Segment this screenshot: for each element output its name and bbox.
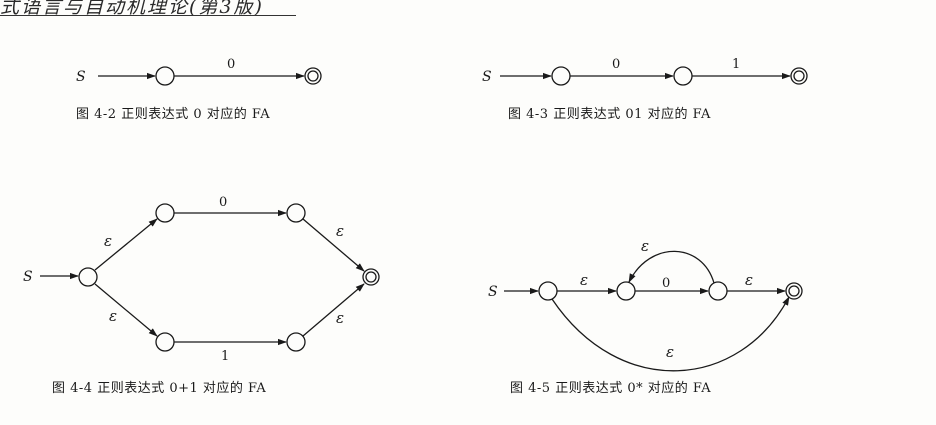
loop-back-arrow <box>628 250 715 284</box>
figure-caption: 图 4-4 正则表达式 0+1 对应的 FA <box>52 380 266 396</box>
edge-label: ε <box>104 232 112 250</box>
state <box>673 66 693 86</box>
figure-caption: 图 4-2 正则表达式 0 对应的 FA <box>76 106 270 122</box>
transition-arrow <box>94 283 158 337</box>
edge-label: ε <box>109 307 117 325</box>
edge-label: 0 <box>662 276 670 291</box>
figures-canvas: S 0 图 4-2 正则表达式 0 对应的 FA S 0 1 图 4-3 正则表… <box>23 57 808 396</box>
state <box>538 281 558 301</box>
edge-label: ε <box>336 222 344 240</box>
figure-caption: 图 4-5 正则表达式 0* 对应的 FA <box>510 380 711 396</box>
transition-arrow <box>302 283 365 337</box>
figure-caption: 图 4-3 正则表达式 01 对应的 FA <box>508 106 711 122</box>
transition-arrow <box>302 218 365 272</box>
edge-label: 0 <box>612 57 620 72</box>
edge-label: 0 <box>219 195 227 210</box>
state <box>286 332 306 352</box>
edge-label: ε <box>580 271 588 289</box>
edge-label: ε <box>641 237 649 255</box>
figure-4-4 <box>40 203 380 352</box>
start-label: S <box>76 69 86 85</box>
start-label: S <box>482 69 492 85</box>
state <box>551 66 571 86</box>
state <box>708 281 728 301</box>
figure-4-3 <box>500 66 808 86</box>
state <box>155 332 175 352</box>
edge-label: 0 <box>227 57 235 72</box>
edge-label: 1 <box>732 57 740 72</box>
edge-label: ε <box>666 343 674 361</box>
state <box>155 66 175 86</box>
start-label: S <box>23 269 33 285</box>
figure-4-2 <box>98 66 322 86</box>
start-label: S <box>488 284 498 300</box>
figure-4-5 <box>504 250 803 372</box>
state <box>616 281 636 301</box>
state <box>155 203 175 223</box>
edge-label: ε <box>745 271 753 289</box>
edge-label: ε <box>336 309 344 327</box>
state <box>78 267 98 287</box>
edge-label: 1 <box>221 349 229 364</box>
state <box>286 203 306 223</box>
